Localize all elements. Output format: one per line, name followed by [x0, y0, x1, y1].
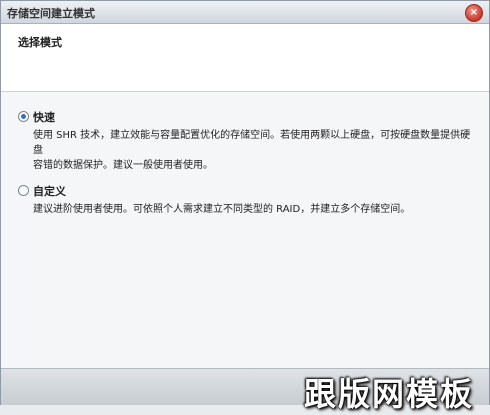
watermark-text: 跟版网模板 — [303, 375, 474, 413]
step-title: 选择模式 — [18, 36, 62, 49]
option-quick-desc-line2: 容错的数据保护。建议一般使用者使用。 — [33, 160, 213, 171]
radio-custom[interactable] — [18, 185, 29, 196]
dialog-window: 存储空间建立模式 × 选择模式 快速 使用 SHR 技术，建立效能与容量配置优化… — [0, 0, 490, 405]
option-custom-description: 建议进阶使用者使用。可依照个人需求建立不同类型的 RAID，并建立多个存储空间。 — [33, 202, 473, 217]
window-title: 存储空间建立模式 — [7, 7, 95, 20]
option-quick-description: 使用 SHR 技术，建立效能与容量配置优化的存储空间。若使用两颗以上硬盘，可按硬… — [33, 128, 473, 173]
close-icon: × — [469, 7, 479, 18]
option-quick-desc-line1: 使用 SHR 技术，建立效能与容量配置优化的存储空间。若使用两颗以上硬盘，可按硬… — [33, 130, 471, 156]
option-custom-desc-line1: 建议进阶使用者使用。可依照个人需求建立不同类型的 RAID，并建立多个存储空间。 — [33, 204, 411, 215]
header-panel: 选择模式 — [1, 24, 489, 92]
close-button[interactable]: × — [465, 4, 483, 22]
option-quick-label[interactable]: 快速 — [33, 109, 55, 125]
mode-options: 快速 使用 SHR 技术，建立效能与容量配置优化的存储空间。若使用两颗以上硬盘，… — [1, 92, 489, 368]
title-bar: 存储空间建立模式 × — [1, 1, 489, 24]
radio-quick[interactable] — [18, 111, 29, 122]
option-custom-label[interactable]: 自定义 — [33, 183, 66, 199]
